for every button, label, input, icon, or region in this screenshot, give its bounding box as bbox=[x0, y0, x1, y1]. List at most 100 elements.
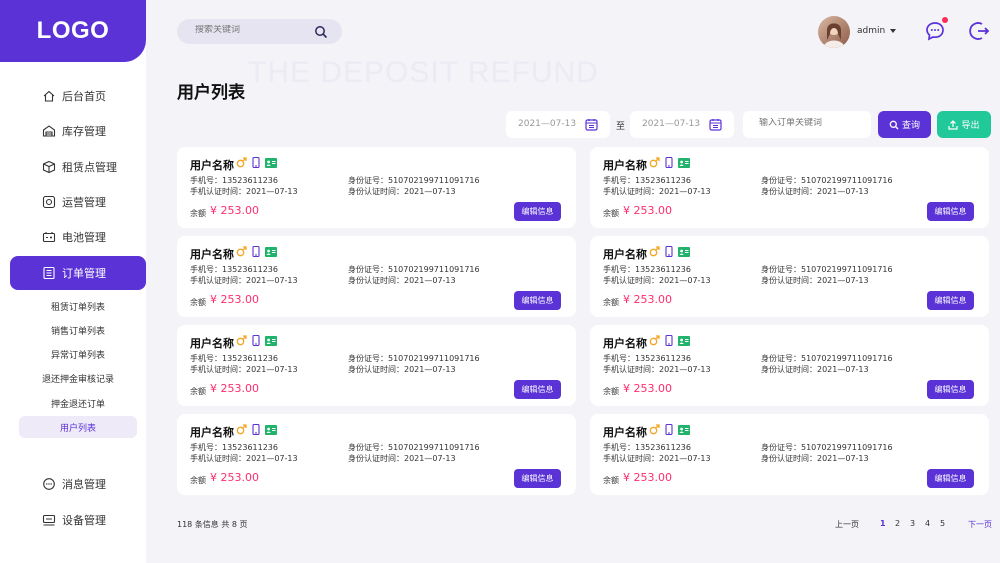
subnav-deposit-refund-orders[interactable]: 押金退还订单 bbox=[19, 392, 137, 414]
nav-battery-label: 电池管理 bbox=[62, 231, 106, 244]
order-keyword-input[interactable] bbox=[759, 118, 859, 128]
balance-value: ¥ 253.00 bbox=[210, 471, 259, 484]
search-icon[interactable] bbox=[314, 25, 328, 39]
balance-label: 余额 bbox=[603, 298, 619, 307]
balance-value: ¥ 253.00 bbox=[623, 471, 672, 484]
phone-verify-time: 手机认证时间：2021—07-13 bbox=[603, 187, 711, 196]
edit-info-button[interactable]: 编辑信息 bbox=[514, 202, 561, 221]
male-gender-icon bbox=[236, 157, 247, 168]
prev-page-link[interactable]: 上一页 bbox=[835, 519, 859, 530]
male-gender-icon bbox=[649, 246, 660, 257]
nav-home[interactable]: 后台首页 bbox=[10, 79, 146, 113]
chevron-down-icon[interactable] bbox=[890, 29, 896, 33]
page-2[interactable]: 2 bbox=[895, 519, 900, 528]
phone-number: 手机号：13523611236 bbox=[190, 354, 278, 363]
chart-icon bbox=[42, 195, 56, 209]
username[interactable]: admin bbox=[857, 26, 885, 36]
user-card: 用户名称 手机号：13523611236 手机认证时间：2021—07-13 身份证号… bbox=[177, 236, 576, 317]
balance-label: 余额 bbox=[603, 209, 619, 218]
edit-info-button[interactable]: 编辑信息 bbox=[927, 202, 974, 221]
edit-info-button[interactable]: 编辑信息 bbox=[514, 469, 561, 488]
male-gender-icon bbox=[236, 335, 247, 346]
nav-rental-points-label: 租赁点管理 bbox=[62, 161, 117, 174]
id-number: 身份证号：510702199711091716 bbox=[761, 354, 893, 363]
id-card-verified-icon bbox=[678, 425, 690, 435]
page-5[interactable]: 5 bbox=[940, 519, 945, 528]
order-icon bbox=[43, 266, 55, 280]
phone-number: 手机号：13523611236 bbox=[603, 176, 691, 185]
id-verify-time: 身份认证时间：2021—07-13 bbox=[761, 365, 869, 374]
subnav-abnormal-orders[interactable]: 异常订单列表 bbox=[19, 343, 137, 365]
query-button[interactable]: 查询 bbox=[878, 111, 931, 138]
balance-value: ¥ 253.00 bbox=[623, 382, 672, 395]
date-end-picker[interactable]: 2021—07-13 bbox=[630, 111, 734, 138]
device-icon bbox=[42, 514, 56, 526]
chat-bubble-icon[interactable] bbox=[924, 20, 946, 42]
notification-dot bbox=[942, 17, 948, 23]
user-name: 用户名称 bbox=[603, 337, 647, 350]
edit-info-button[interactable]: 编辑信息 bbox=[927, 469, 974, 488]
avatar-photo bbox=[823, 23, 845, 48]
subnav-user-list[interactable]: 用户列表 bbox=[19, 416, 137, 438]
male-gender-icon bbox=[649, 157, 660, 168]
phone-verified-icon bbox=[252, 246, 260, 257]
phone-number: 手机号：13523611236 bbox=[603, 443, 691, 452]
nav-operations-label: 运营管理 bbox=[62, 196, 106, 209]
subnav-rental-orders[interactable]: 租赁订单列表 bbox=[19, 295, 137, 317]
id-verify-time: 身份认证时间：2021—07-13 bbox=[348, 187, 456, 196]
user-card: 用户名称 手机号：13523611236 手机认证时间：2021—07-13 身份证号… bbox=[177, 147, 576, 228]
user-name: 用户名称 bbox=[190, 337, 234, 350]
export-button[interactable]: 导出 bbox=[937, 111, 991, 138]
user-name: 用户名称 bbox=[190, 426, 234, 439]
subnav-sales-orders[interactable]: 销售订单列表 bbox=[19, 319, 137, 341]
id-card-verified-icon bbox=[265, 425, 277, 435]
edit-info-button[interactable]: 编辑信息 bbox=[514, 380, 561, 399]
page-4[interactable]: 4 bbox=[925, 519, 930, 528]
male-gender-icon bbox=[649, 424, 660, 435]
balance-value: ¥ 253.00 bbox=[210, 204, 259, 217]
phone-verify-time: 手机认证时间：2021—07-13 bbox=[190, 454, 298, 463]
search-bar[interactable] bbox=[177, 19, 342, 44]
male-gender-icon bbox=[236, 424, 247, 435]
id-verify-time: 身份认证时间：2021—07-13 bbox=[761, 454, 869, 463]
edit-info-button[interactable]: 编辑信息 bbox=[927, 291, 974, 310]
male-gender-icon bbox=[236, 246, 247, 257]
edit-info-button[interactable]: 编辑信息 bbox=[514, 291, 561, 310]
edit-info-button[interactable]: 编辑信息 bbox=[927, 380, 974, 399]
id-card-verified-icon bbox=[678, 158, 690, 168]
calendar-icon[interactable] bbox=[709, 118, 722, 131]
logo[interactable]: LOGO bbox=[0, 0, 146, 62]
phone-verified-icon bbox=[252, 335, 260, 346]
logout-icon[interactable] bbox=[969, 20, 991, 42]
phone-number: 手机号：13523611236 bbox=[190, 443, 278, 452]
background-title: THE DEPOSIT REFUND bbox=[248, 56, 599, 89]
order-keyword-field[interactable] bbox=[743, 111, 871, 138]
search-input[interactable] bbox=[195, 25, 315, 35]
user-card: 用户名称 手机号：13523611236 手机认证时间：2021—07-13 身份证号… bbox=[590, 325, 989, 406]
balance-label: 余额 bbox=[190, 298, 206, 307]
nav-operations[interactable]: 运营管理 bbox=[10, 185, 146, 219]
id-number: 身份证号：510702199711091716 bbox=[761, 443, 893, 452]
id-number: 身份证号：510702199711091716 bbox=[348, 354, 480, 363]
avatar[interactable] bbox=[818, 16, 850, 48]
subnav-deposit-review[interactable]: 退还押金审核记录 bbox=[19, 367, 137, 389]
phone-verify-time: 手机认证时间：2021—07-13 bbox=[603, 454, 711, 463]
nav-rental-points[interactable]: 租赁点管理 bbox=[10, 150, 146, 184]
page-1[interactable]: 1 bbox=[880, 519, 886, 528]
user-name: 用户名称 bbox=[190, 159, 234, 172]
balance-value: ¥ 253.00 bbox=[623, 204, 672, 217]
export-icon bbox=[948, 119, 959, 130]
home-icon bbox=[43, 90, 55, 102]
phone-verify-time: 手机认证时间：2021—07-13 bbox=[603, 365, 711, 374]
calendar-icon[interactable] bbox=[585, 118, 598, 131]
nav-messages[interactable]: 消息管理 bbox=[10, 467, 146, 501]
next-page-link[interactable]: 下一页 bbox=[968, 519, 992, 530]
nav-orders[interactable]: 订单管理 bbox=[10, 256, 146, 290]
nav-battery[interactable]: 电池管理 bbox=[10, 220, 146, 254]
id-verify-time: 身份认证时间：2021—07-13 bbox=[761, 187, 869, 196]
nav-devices[interactable]: 设备管理 bbox=[10, 503, 146, 537]
nav-inventory[interactable]: 库存管理 bbox=[10, 114, 146, 148]
page-3[interactable]: 3 bbox=[910, 519, 915, 528]
phone-number: 手机号：13523611236 bbox=[190, 265, 278, 274]
date-start-picker[interactable]: 2021—07-13 bbox=[506, 111, 610, 138]
